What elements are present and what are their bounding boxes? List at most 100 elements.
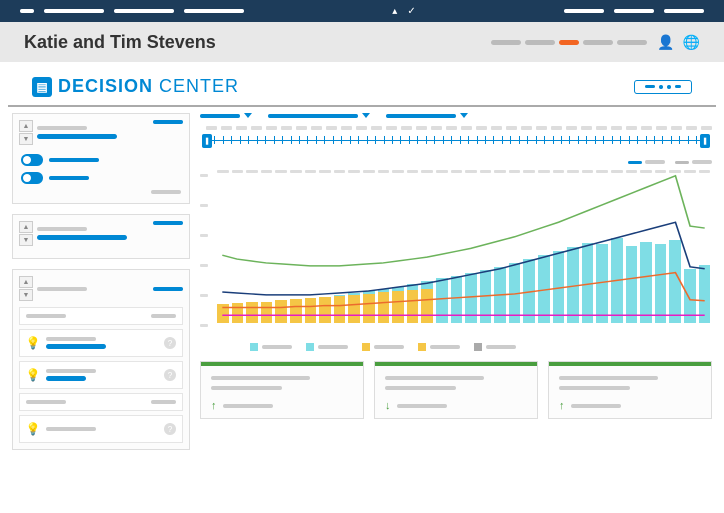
user-icon[interactable]: 👤 [657,34,674,51]
filter-label [200,114,240,118]
sidebar: ▲ ▼ [12,113,190,450]
item-link[interactable] [46,376,86,381]
toggle-1[interactable] [21,154,43,166]
title-row: ▤ DECISION CENTER [8,62,716,107]
help-icon[interactable]: ? [164,337,176,349]
chevron-down-icon[interactable]: ▼ [19,234,33,246]
chevron-up-icon[interactable]: ▲ [19,221,33,233]
item-label [46,369,96,373]
nav-tab[interactable] [583,40,613,45]
topbar-item[interactable] [614,9,654,13]
chart-legend-bottom [200,343,712,351]
nav-tab[interactable] [491,40,521,45]
nav-tab-active[interactable] [559,40,579,45]
filter-bar [200,113,712,118]
summary-card[interactable]: ↑ [548,361,712,419]
sidebar-panel-3: ▲ ▼ 💡 ? 💡 [12,269,190,450]
item-label [46,427,96,431]
summary-cards: ↑ ↓ ↑ [200,361,712,419]
card-title [211,376,310,380]
chart-legend-top [200,160,712,164]
card-title [559,376,658,380]
filter-dropdown-1[interactable] [200,113,252,118]
topbar-item[interactable] [44,9,104,13]
card-subtitle [559,386,630,390]
card-subtitle [211,386,282,390]
app-topbar: ▴ ✓ [0,0,724,22]
chevron-down-icon [362,113,370,118]
panel-label [37,227,87,231]
card-title [385,376,484,380]
panel-footnote [151,190,181,194]
trend-down-icon: ↓ [385,400,391,412]
toggle-label [49,158,99,162]
item-label [26,314,66,318]
help-icon[interactable]: ? [164,369,176,381]
nav-tab[interactable] [617,40,647,45]
panel-action[interactable] [153,120,183,124]
summary-card[interactable]: ↓ [374,361,538,419]
chevron-down-icon[interactable]: ▼ [19,133,33,145]
lightbulb-icon: 💡 [26,336,40,350]
legend-item [474,343,516,351]
item-link[interactable] [46,344,106,349]
filter-label [386,114,456,118]
panel-link[interactable] [37,235,127,240]
list-item[interactable]: 💡 ? [19,415,183,443]
legend-item [362,343,404,351]
item-label [46,337,96,341]
client-name: Katie and Tim Stevens [24,32,216,53]
toggle-2[interactable] [21,172,43,184]
list-item[interactable]: 💡 ? [19,329,183,357]
chevron-up-icon[interactable]: ▲ [19,120,33,132]
page-header: Katie and Tim Stevens 👤 🌐 [0,22,724,62]
chevron-down-icon [460,113,468,118]
topbar-dot [20,9,34,13]
chevron-down-icon [244,113,252,118]
item-value [151,400,176,404]
nav-tab[interactable] [525,40,555,45]
filter-dropdown-2[interactable] [268,113,370,118]
timeline-labels [200,126,712,130]
check-badge-icon[interactable]: ✓ [407,6,415,17]
item-value [151,314,176,318]
card-value [397,404,447,408]
legend-item [675,160,712,164]
chevron-down-icon[interactable]: ▼ [19,289,33,301]
chart-bars [215,168,712,323]
list-item[interactable]: 💡 ? [19,361,183,389]
brand-logo: ▤ [32,77,52,97]
list-item[interactable] [19,307,183,325]
card-value [571,404,621,408]
lightbulb-icon: 💡 [26,422,40,436]
panel-link[interactable] [37,134,117,139]
page-title: DECISION CENTER [58,76,239,97]
filter-dropdown-3[interactable] [386,113,468,118]
help-icon[interactable]: ? [164,423,176,435]
slider-handle-right[interactable]: ❚ [700,134,710,148]
chart [200,168,712,333]
topbar-item[interactable] [184,9,244,13]
topbar-item[interactable] [114,9,174,13]
range-slider[interactable]: ❚ ❚ [200,132,712,156]
summary-card[interactable]: ↑ [200,361,364,419]
card-subtitle [385,386,456,390]
sidebar-panel-2: ▲ ▼ [12,214,190,259]
trend-up-icon: ↑ [559,400,565,412]
topbar-item[interactable] [564,9,604,13]
filter-label [268,114,358,118]
chart-y-axis [200,168,208,333]
legend-item [628,160,665,164]
topbar-item[interactable] [664,9,704,13]
panel-action[interactable] [153,287,183,291]
globe-icon[interactable]: 🌐 [683,34,700,51]
bell-icon[interactable]: ▴ [392,6,397,17]
action-button[interactable] [634,80,692,94]
list-item[interactable] [19,393,183,411]
panel-action[interactable] [153,221,183,225]
slider-handle-left[interactable]: ❚ [202,134,212,148]
legend-item [250,343,292,351]
chevron-up-icon[interactable]: ▲ [19,276,33,288]
lightbulb-icon: 💡 [26,368,40,382]
sidebar-panel-1: ▲ ▼ [12,113,190,204]
